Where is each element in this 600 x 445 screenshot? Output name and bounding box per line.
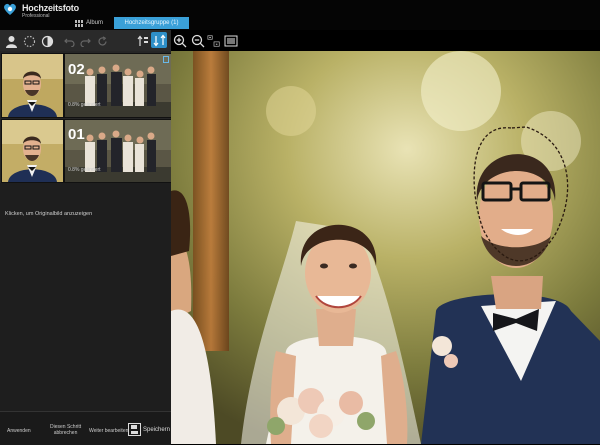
fit-screen-button[interactable] bbox=[224, 34, 238, 48]
actual-size-icon bbox=[207, 35, 220, 47]
lasso-tool-button[interactable] bbox=[22, 34, 36, 48]
tab-album[interactable]: Album bbox=[75, 17, 103, 29]
left-toolbar bbox=[0, 30, 171, 52]
logo-heart-icon bbox=[4, 3, 16, 15]
cancel-step-line2: abbrechen bbox=[53, 430, 78, 436]
compare-tool-button[interactable] bbox=[40, 34, 54, 48]
zoom-in-button[interactable] bbox=[173, 34, 187, 48]
tab-wedding-group[interactable]: Hochzeitsgruppe (1) bbox=[114, 17, 189, 29]
thumbnail-panel: 02 0.8% geändert 01 0.8% geändert Klicke… bbox=[0, 51, 172, 411]
show-original-hint: Klicken, um Originalbild anzuzeigen bbox=[5, 211, 93, 217]
redo-icon bbox=[79, 38, 91, 47]
apply-button[interactable]: Anwenden bbox=[7, 428, 31, 434]
man-portrait-thumbnail bbox=[2, 54, 63, 117]
person-icon bbox=[5, 35, 17, 48]
thumbnail-number: 01 bbox=[68, 126, 85, 143]
person-tool-button[interactable] bbox=[4, 34, 18, 48]
group-thumbnail-01[interactable]: 01 0.8% geändert bbox=[64, 119, 172, 183]
main-image-canvas[interactable] bbox=[171, 51, 600, 444]
brand-edition: Professional bbox=[22, 13, 50, 19]
sort-descending-button[interactable] bbox=[151, 32, 167, 48]
zoom-out-icon bbox=[191, 34, 205, 48]
tab-album-label: Album bbox=[86, 20, 104, 26]
zoom-in-icon bbox=[173, 34, 187, 48]
thumbnail-list: 02 0.8% geändert 01 0.8% geändert bbox=[0, 51, 172, 183]
actual-size-button[interactable] bbox=[207, 34, 221, 48]
save-icon bbox=[128, 423, 141, 436]
brand-name: Hochzeitsfoto bbox=[22, 3, 79, 13]
undo-button[interactable] bbox=[62, 34, 76, 48]
man-portrait-thumbnail bbox=[2, 120, 63, 182]
zoom-out-button[interactable] bbox=[191, 34, 205, 48]
title-bar: Hochzeitsfoto Professional Album Hochzei… bbox=[0, 0, 600, 30]
thumbnail-status: 0.8% geändert bbox=[68, 167, 101, 173]
save-button[interactable]: Speichern bbox=[128, 423, 170, 436]
cancel-step-button[interactable]: Diesen Schritt abbrechen bbox=[50, 424, 81, 436]
page-marker-icon bbox=[163, 56, 169, 63]
grid-icon bbox=[75, 19, 83, 27]
continue-editing-button[interactable]: Weiter bearbeiten bbox=[89, 428, 128, 434]
redo-button[interactable] bbox=[78, 34, 92, 48]
thumbnail-number: 02 bbox=[68, 61, 85, 78]
action-bar: Anwenden Diesen Schritt abbrechen Weiter… bbox=[0, 411, 171, 445]
reset-button[interactable] bbox=[95, 34, 109, 48]
fit-screen-icon bbox=[224, 35, 238, 47]
compare-icon bbox=[41, 35, 53, 47]
lasso-icon bbox=[23, 35, 35, 47]
save-label: Speichern bbox=[143, 426, 171, 433]
face-thumbnail-02[interactable] bbox=[1, 53, 64, 118]
sort-ascending-button[interactable] bbox=[136, 34, 150, 48]
undo-icon bbox=[63, 38, 75, 47]
group-thumbnail-02[interactable]: 02 0.8% geändert bbox=[64, 53, 172, 118]
sort-desc-icon bbox=[153, 34, 165, 46]
wedding-photo bbox=[171, 51, 600, 444]
face-thumbnail-01[interactable] bbox=[1, 119, 64, 183]
thumbnail-status: 0.8% geändert bbox=[68, 102, 101, 108]
sort-asc-icon bbox=[137, 35, 148, 46]
view-toolbar bbox=[171, 30, 600, 51]
reset-icon bbox=[97, 35, 107, 46]
